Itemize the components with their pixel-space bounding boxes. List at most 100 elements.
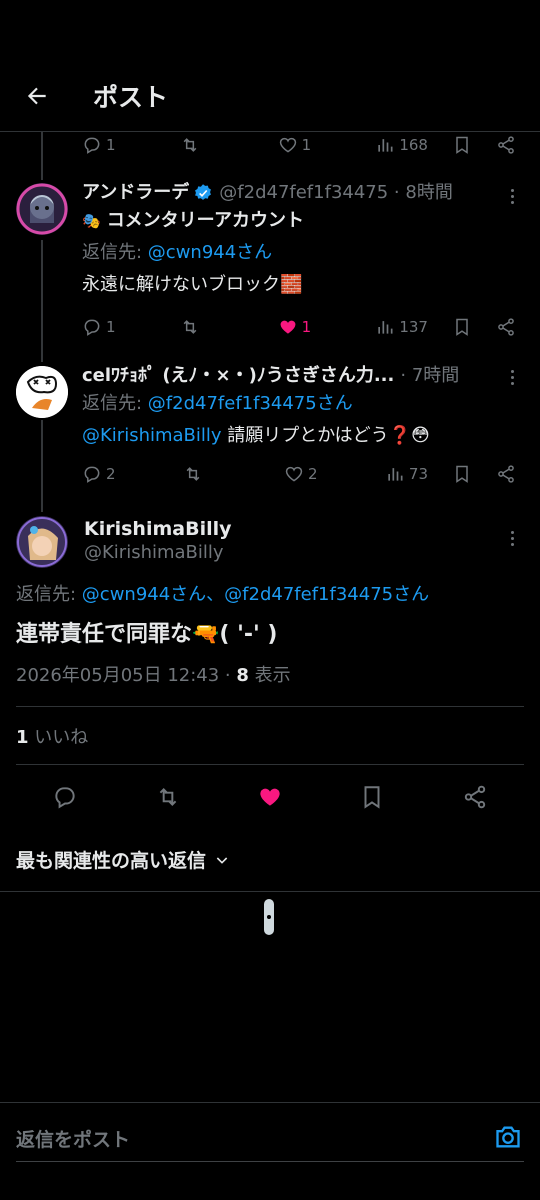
mention-links[interactable]: @cwn944さん、@f2d47fef1f34475さん: [82, 584, 429, 605]
avatar[interactable]: [16, 183, 68, 235]
reply-to-line: 返信先: @cwn944さん: [82, 242, 273, 263]
views-count: 73: [408, 465, 428, 483]
reply-count: 1: [106, 136, 116, 154]
repost-button[interactable]: [180, 135, 220, 155]
likes-summary[interactable]: 1 いいね: [16, 726, 88, 750]
repost-button[interactable]: [144, 782, 192, 812]
heart-filled-icon: [280, 320, 296, 334]
like-button[interactable]: [246, 782, 294, 812]
repost-button[interactable]: [183, 464, 223, 484]
display-name[interactable]: アンドラーデ: [82, 181, 189, 205]
verified-badge-icon: [195, 184, 212, 200]
main-author-name[interactable]: KirishimaBilly: [84, 517, 232, 541]
main-author-avatar[interactable]: [16, 516, 68, 568]
reply-composer: 返信をポスト: [0, 1102, 540, 1170]
bookmark-icon: [456, 465, 468, 483]
share-button[interactable]: [451, 782, 499, 812]
handle-and-time: @f2d47fef1f34475 · 8時間: [219, 182, 453, 203]
bookmark-icon: [456, 318, 468, 336]
bookmark-button[interactable]: [452, 317, 472, 337]
previous-post-actions: 1 1 168: [82, 133, 516, 157]
views-button[interactable]: 168: [375, 135, 428, 155]
views-count: 168: [399, 136, 428, 154]
heart-filled-icon: [260, 788, 280, 806]
repost-icon: [183, 320, 197, 334]
repost-icon: [183, 138, 197, 152]
views-button[interactable]: 137: [375, 317, 428, 337]
share-button[interactable]: [496, 464, 516, 484]
reply-2-actions: 2 2 73: [82, 462, 516, 486]
display-name[interactable]: celﾜﾁｮﾎﾟ (えﾉ・×・)ﾉうさぎさん力...: [82, 364, 394, 388]
heart-outline-icon: [285, 466, 303, 482]
repost-icon: [186, 467, 200, 481]
heart-outline-icon: [279, 137, 296, 153]
reply-button[interactable]: [41, 782, 89, 812]
bookmark-button[interactable]: [452, 464, 472, 484]
reply-button[interactable]: 2: [82, 464, 122, 484]
post-meta: 2026年05月05日 12:43 · 8 表示: [16, 665, 291, 686]
bookmark-button[interactable]: [348, 782, 396, 812]
repost-button[interactable]: [180, 317, 220, 337]
bookmark-icon: [456, 136, 468, 154]
back-arrow-icon[interactable]: [17, 76, 57, 116]
views-icon: [378, 139, 393, 152]
reply-icon: [84, 137, 100, 154]
top-bar: ポスト: [0, 60, 540, 132]
input-underline: [16, 1161, 524, 1162]
mention-link[interactable]: @cwn944さん: [148, 242, 272, 263]
reply-count: 2: [106, 465, 116, 483]
share-icon: [464, 785, 485, 809]
more-options-button[interactable]: [504, 528, 520, 548]
mention-link[interactable]: @KirishimaBilly: [82, 425, 222, 446]
divider: [0, 891, 540, 892]
mention-link[interactable]: @f2d47fef1f34475さん: [148, 393, 353, 414]
views-count: 137: [399, 318, 428, 336]
reply-input[interactable]: 返信をポスト: [16, 1125, 130, 1152]
share-icon: [498, 318, 514, 336]
avatar[interactable]: [16, 366, 68, 418]
likes-count: 1: [16, 727, 29, 748]
share-button[interactable]: [496, 317, 516, 337]
repost-icon: [159, 788, 176, 806]
thread-line: [41, 240, 43, 362]
divider: [16, 764, 524, 765]
reply-sort-dropdown[interactable]: 最も関連性の高い返信: [16, 846, 230, 873]
like-button[interactable]: 2: [284, 464, 324, 484]
main-actions: [0, 782, 540, 812]
like-button[interactable]: 1: [278, 317, 318, 337]
reply-1-actions: 1 1 137: [82, 315, 516, 339]
main-author-handle[interactable]: @KirishimaBilly: [84, 541, 232, 565]
views-button[interactable]: 73: [385, 464, 428, 484]
account-label: 🎭 コメンタリーアカウント: [82, 210, 304, 231]
thread-line: [41, 132, 43, 180]
timestamp[interactable]: 2026年05月05日 12:43 ·: [16, 665, 236, 686]
page-title: ポスト: [93, 82, 169, 112]
reply-to-line: 返信先: @cwn944さん、@f2d47fef1f34475さん: [16, 584, 430, 605]
tweet-text: 永遠に解けないブロック🧱: [82, 274, 303, 295]
reply-button[interactable]: 1: [82, 317, 122, 337]
reply-icon: [84, 319, 100, 336]
share-icon: [498, 465, 514, 483]
scroll-handle[interactable]: [264, 899, 274, 935]
like-count: 1: [301, 136, 312, 154]
reply-icon: [84, 466, 100, 483]
views-icon: [378, 321, 393, 334]
divider: [16, 706, 524, 707]
reply-button[interactable]: 1: [82, 135, 122, 155]
handle-and-time: · 7時間: [400, 365, 460, 386]
sort-label: 最も関連性の高い返信: [16, 850, 207, 872]
chevron-down-icon: [216, 856, 228, 864]
views-icon: [388, 468, 403, 481]
more-options-button[interactable]: [504, 367, 520, 387]
reply-count: 1: [106, 318, 116, 336]
reply-icon: [55, 787, 75, 809]
like-count: 2: [307, 465, 318, 483]
reply-to-line: 返信先: @f2d47fef1f34475さん: [82, 393, 353, 414]
bookmark-icon: [364, 786, 380, 809]
camera-icon[interactable]: [494, 1123, 522, 1151]
like-button[interactable]: 1: [278, 135, 318, 155]
bookmark-button[interactable]: [452, 135, 472, 155]
thread-line: [41, 420, 43, 512]
share-button[interactable]: [496, 135, 516, 155]
more-options-button[interactable]: [504, 186, 520, 206]
